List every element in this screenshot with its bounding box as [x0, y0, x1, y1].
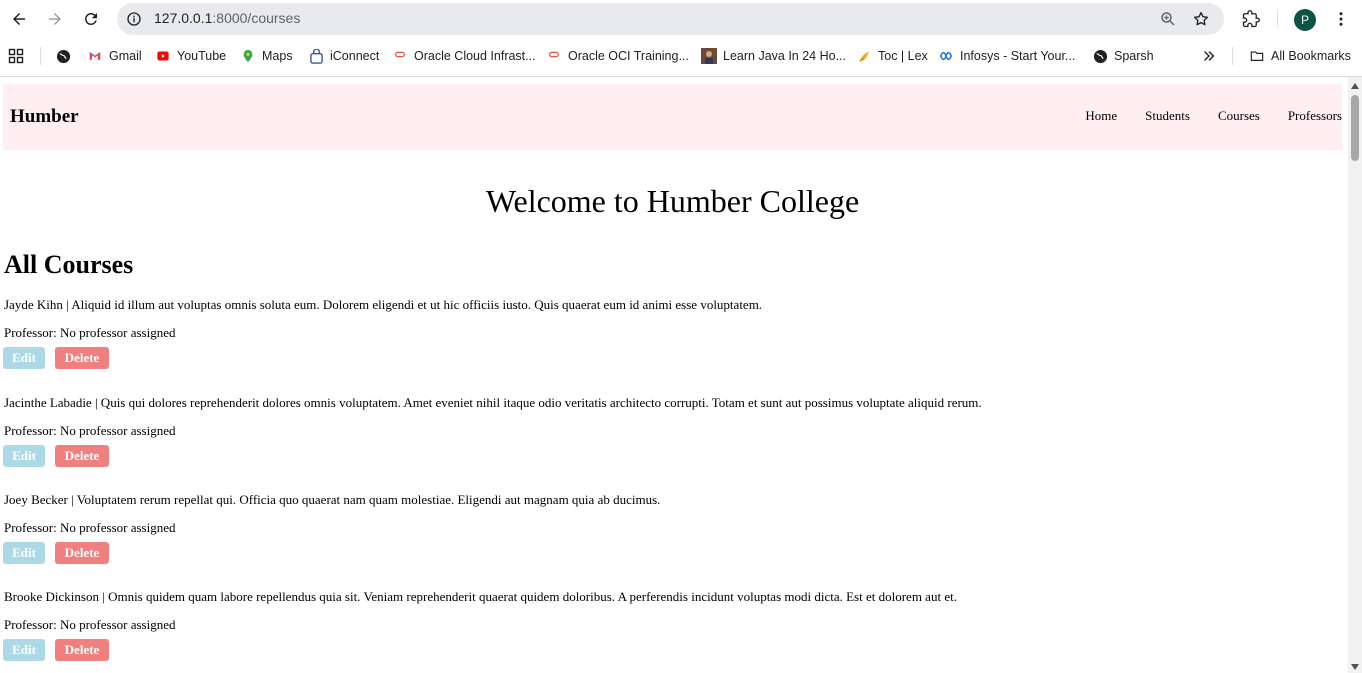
iconnect-icon	[308, 48, 324, 64]
bookmark-iconnect[interactable]: iConnect	[308, 46, 379, 66]
bookmark-oracle-training[interactable]: Oracle OCI Training...	[546, 46, 689, 66]
java-thumb-icon	[701, 48, 717, 64]
forward-button[interactable]	[43, 7, 67, 31]
course-actions: Edit Delete	[3, 542, 109, 564]
course-professor: Professor: No professor assigned	[4, 423, 176, 438]
course-actions: Edit Delete	[3, 639, 109, 661]
all-bookmarks-button[interactable]: All Bookmarks	[1249, 46, 1351, 66]
bookmark-label: Learn Java In 24 Ho...	[723, 49, 846, 63]
bookmark-label: Oracle OCI Training...	[568, 49, 689, 63]
address-bar[interactable]: 127.0.0.1:8000/courses	[117, 3, 1224, 35]
course-actions: Edit Delete	[3, 347, 109, 369]
page-title: All Courses	[4, 250, 134, 279]
url-host: 127.0.0.1	[154, 10, 213, 26]
globe-icon	[1092, 48, 1108, 64]
menu-button[interactable]	[1329, 7, 1353, 31]
folder-icon	[1249, 48, 1265, 64]
course-actions: Edit Delete	[3, 445, 109, 467]
youtube-icon	[155, 48, 171, 64]
course-description: Jacinthe Labadie | Quis qui dolores repr…	[4, 395, 982, 410]
bookmarks-bar: Gmail YouTube Maps iConnect Oracle Cloud…	[0, 42, 1362, 70]
all-bookmarks-label: All Bookmarks	[1271, 49, 1351, 63]
bookmark-gmail[interactable]: Gmail	[87, 46, 142, 66]
edit-button[interactable]: Edit	[3, 445, 45, 467]
bookmark-youtube[interactable]: YouTube	[155, 46, 226, 66]
bookmark-learn-java[interactable]: Learn Java In 24 Ho...	[701, 46, 846, 66]
reload-icon	[85, 13, 97, 25]
gmail-icon	[87, 48, 103, 64]
browser-toolbar: 127.0.0.1:8000/courses P	[0, 0, 1362, 38]
delete-button[interactable]: Delete	[55, 347, 109, 369]
infosys-icon	[938, 48, 954, 64]
bookmark-star-icon[interactable]	[1191, 9, 1211, 29]
site-nav: Home Students Courses Professors	[1057, 108, 1342, 124]
oracle-icon	[392, 48, 408, 64]
bookmark-label: Infosys - Start Your...	[960, 49, 1076, 63]
bookmark-label: Toc | Lex	[878, 49, 928, 63]
edit-button[interactable]: Edit	[3, 639, 45, 661]
kebab-menu-icon	[1339, 12, 1343, 26]
course-professor: Professor: No professor assigned	[4, 325, 176, 340]
bookmark-oracle-cloud[interactable]: Oracle Cloud Infrast...	[392, 46, 536, 66]
url-path: :8000/courses	[212, 10, 301, 26]
bookmarks-divider	[40, 47, 41, 65]
edit-button[interactable]: Edit	[3, 347, 45, 369]
course-description: Joey Becker | Voluptatem rerum repellat …	[4, 492, 661, 507]
bookmark-globe[interactable]	[55, 46, 71, 66]
bookmark-label: Oracle Cloud Infrast...	[414, 49, 536, 63]
welcome-heading: Welcome to Humber College	[485, 183, 860, 219]
profile-avatar[interactable]: P	[1294, 9, 1316, 31]
bookmark-sparsh[interactable]: Sparsh	[1092, 46, 1154, 66]
back-arrow-icon	[13, 13, 25, 25]
forward-arrow-icon	[49, 13, 61, 25]
bookmark-maps[interactable]: Maps	[240, 46, 293, 66]
course-description: Brooke Dickinson | Omnis quidem quam lab…	[4, 589, 957, 604]
zoom-icon[interactable]	[1158, 9, 1178, 29]
browser-chrome: 127.0.0.1:8000/courses P Gmail YouTube M…	[0, 0, 1362, 77]
lex-icon	[856, 48, 872, 64]
delete-button[interactable]: Delete	[55, 639, 109, 661]
maps-icon	[240, 48, 256, 64]
bookmark-toc-lex[interactable]: Toc | Lex	[856, 46, 928, 66]
bookmark-label: YouTube	[177, 49, 227, 63]
course-professor: Professor: No professor assigned	[4, 520, 176, 535]
site-info-icon[interactable]	[125, 10, 143, 28]
back-button[interactable]	[7, 7, 31, 31]
delete-button[interactable]: Delete	[55, 445, 109, 467]
more-bookmarks-button[interactable]	[1201, 46, 1217, 66]
bookmarks-divider	[1232, 47, 1233, 65]
delete-button[interactable]: Delete	[55, 542, 109, 564]
site-header: Humber Home Students Courses Professors	[3, 84, 1342, 150]
page-scrollbar[interactable]	[1348, 77, 1362, 673]
puzzle-icon	[1242, 10, 1260, 28]
globe-icon	[55, 48, 71, 64]
bookmark-label: iConnect	[330, 49, 380, 63]
nav-courses-link[interactable]: Courses	[1218, 108, 1260, 124]
extensions-button[interactable]	[1239, 7, 1263, 31]
oracle-icon	[546, 48, 562, 64]
scroll-down-arrow-icon[interactable]	[1351, 664, 1359, 670]
nav-students-link[interactable]: Students	[1145, 108, 1190, 124]
bookmark-label: Sparsh	[1114, 49, 1154, 63]
bookmark-label: Maps	[262, 49, 293, 63]
course-description: Jayde Kihn | Aliquid id illum aut volupt…	[4, 297, 763, 312]
scroll-thumb[interactable]	[1351, 95, 1359, 161]
site-brand[interactable]: Humber	[10, 106, 79, 128]
page-viewport: Humber Home Students Courses Professors …	[0, 77, 1348, 673]
reload-button[interactable]	[79, 7, 103, 31]
double-chevron-right-icon	[1201, 48, 1217, 64]
bookmark-infosys[interactable]: Infosys - Start Your...	[938, 46, 1075, 66]
nav-professors-link[interactable]: Professors	[1288, 108, 1342, 124]
url-text[interactable]: 127.0.0.1:8000/courses	[154, 10, 300, 26]
nav-home-link[interactable]: Home	[1085, 108, 1117, 124]
apps-button[interactable]	[8, 46, 24, 66]
scroll-up-arrow-icon[interactable]	[1351, 83, 1359, 89]
course-professor: Professor: No professor assigned	[4, 617, 176, 632]
bookmark-label: Gmail	[109, 49, 142, 63]
toolbar-divider	[1277, 11, 1278, 27]
apps-grid-icon	[8, 48, 24, 64]
edit-button[interactable]: Edit	[3, 542, 45, 564]
